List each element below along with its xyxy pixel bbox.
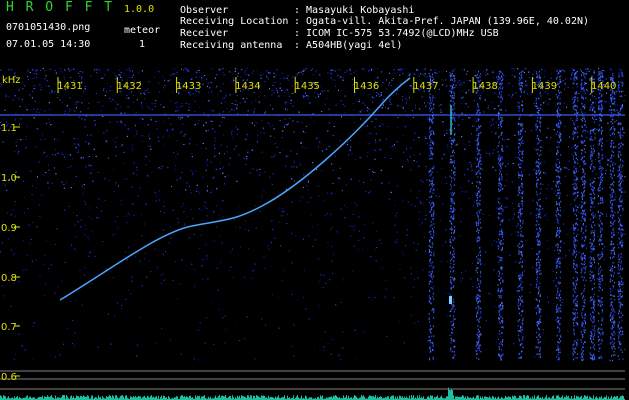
x-tick-label: 1431 bbox=[57, 81, 82, 92]
receiver-value: : ICOM IC-575 53.7492(@LCD)MHz USB bbox=[294, 28, 499, 39]
location-value: : Ogata-vill. Akita-Pref. JAPAN (139.96E… bbox=[294, 16, 590, 27]
observer-value: : Masayuki Kobayashi bbox=[294, 5, 415, 16]
y-tick-label: 1.1 bbox=[1, 123, 17, 134]
x-tick-label: 1436 bbox=[354, 81, 379, 92]
location-label: Receiving Location bbox=[180, 16, 289, 27]
x-tick-label: 1433 bbox=[176, 81, 201, 92]
x-tick-label: 1440 bbox=[591, 81, 616, 92]
observer-label: Observer bbox=[180, 5, 229, 16]
app-name: H R O F F T bbox=[6, 0, 115, 15]
meteor-count: 1 bbox=[139, 39, 146, 50]
x-tick-label: 1434 bbox=[235, 81, 260, 92]
x-tick-label: 1435 bbox=[294, 81, 319, 92]
y-axis-unit: kHz bbox=[2, 75, 21, 86]
y-tick-label: 0.6 bbox=[1, 372, 17, 383]
y-tick-label: 0.7 bbox=[1, 322, 17, 333]
y-tick-label: 1.0 bbox=[1, 173, 17, 184]
spectrogram-panel: kHz 1.1 1.0 0.9 0.8 0.7 0.6 1431 1432 1433 1434 1… bbox=[0, 0, 629, 400]
y-tick-label: 0.8 bbox=[1, 273, 17, 284]
x-tick-label: 1438 bbox=[472, 81, 497, 92]
y-tick-label: 0.9 bbox=[1, 223, 17, 234]
x-tick-label: 1437 bbox=[413, 81, 438, 92]
antenna-value: : A504HB(yagi 4el) bbox=[294, 40, 403, 51]
app-version: 1.0.0 bbox=[124, 4, 155, 15]
x-tick-label: 1432 bbox=[117, 81, 142, 92]
receiver-label: Receiver bbox=[180, 28, 229, 39]
file-name: 0701051430.png bbox=[6, 22, 91, 33]
date-time: 07.01.05 14:30 bbox=[6, 39, 91, 50]
antenna-label: Receiving antenna bbox=[180, 40, 283, 51]
meteor-label: meteor bbox=[124, 25, 161, 36]
x-tick-label: 1439 bbox=[532, 81, 557, 92]
